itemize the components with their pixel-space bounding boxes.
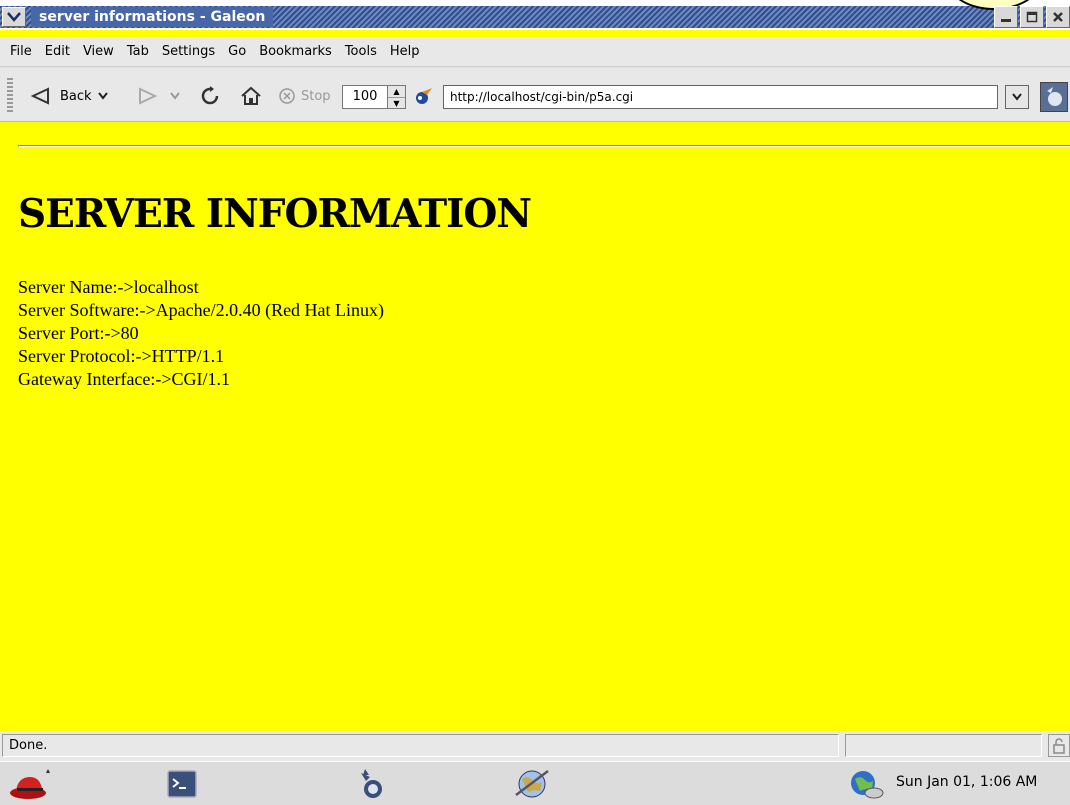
zoom-stepper: ▲ ▼	[387, 86, 405, 108]
menu-tab[interactable]: Tab	[122, 41, 157, 63]
chevron-down-icon	[1012, 93, 1022, 101]
main-menu-button[interactable]	[8, 764, 52, 804]
menu-edit[interactable]: Edit	[40, 41, 78, 63]
reload-button[interactable]	[200, 85, 220, 107]
page-heading: SERVER INFORMATION	[18, 191, 532, 237]
window-title-bar[interactable]: server informations - Galeon	[0, 0, 1070, 30]
panel-clock[interactable]: Sun Jan 01, 1:06 AM	[896, 774, 1037, 790]
forward-history-chevron-icon[interactable]	[170, 92, 180, 100]
forward-arrow-icon	[139, 87, 158, 105]
close-icon	[1053, 12, 1063, 22]
menu-settings[interactable]: Settings	[157, 41, 223, 63]
stop-button[interactable]: Stop	[278, 85, 331, 107]
minimize-icon	[1001, 19, 1011, 22]
toolbar-grip-handle[interactable]	[7, 78, 13, 112]
galeon-throbber-icon	[1047, 87, 1062, 106]
web-browser-icon	[515, 770, 549, 798]
galeon-favicon-icon	[416, 88, 432, 104]
terminal-launcher[interactable]	[160, 764, 204, 804]
menu-bar: File Edit View Tab Settings Go Bookmarks…	[0, 37, 1070, 67]
page-content: SERVER INFORMATION Server Name:->localho…	[0, 123, 1070, 730]
galeon-launcher[interactable]	[350, 764, 394, 804]
browser-launcher[interactable]	[510, 764, 554, 804]
maximize-button[interactable]	[1020, 6, 1044, 28]
chevron-down-icon	[7, 12, 21, 22]
url-history-dropdown[interactable]	[1005, 85, 1029, 109]
zoom-value[interactable]: 100	[343, 86, 387, 108]
back-label: Back	[60, 88, 92, 104]
network-status-applet[interactable]	[844, 764, 888, 804]
terminal-icon	[167, 770, 197, 798]
status-text: Done.	[2, 734, 839, 757]
zoom-down-button[interactable]: ▼	[388, 98, 405, 109]
site-favicon[interactable]	[412, 85, 434, 107]
redhat-menu-icon	[10, 769, 50, 799]
window-controls	[994, 6, 1070, 28]
stop-icon	[279, 88, 295, 104]
back-arrow-icon	[30, 87, 49, 105]
menu-help[interactable]: Help	[385, 41, 428, 63]
galeon-icon	[361, 769, 382, 798]
security-indicator[interactable]	[1048, 734, 1070, 757]
activity-throbber[interactable]	[1040, 82, 1068, 112]
close-button[interactable]	[1046, 6, 1070, 28]
reload-icon	[201, 86, 219, 105]
menu-tools[interactable]: Tools	[340, 41, 385, 63]
menu-view[interactable]: View	[78, 41, 122, 63]
zoom-up-button[interactable]: ▲	[388, 86, 405, 98]
gateway-interface-line: Gateway Interface:->CGI/1.1	[18, 369, 231, 389]
back-button[interactable]: Back	[30, 85, 108, 107]
progress-bar	[845, 734, 1042, 757]
zoom-spinbox[interactable]: 100 ▲ ▼	[342, 85, 406, 109]
maximize-icon	[1026, 11, 1038, 23]
server-software-line: Server Software:->Apache/2.0.40 (Red Hat…	[18, 300, 385, 320]
server-info-list: Server Name:->localhost Server Software:…	[18, 276, 384, 391]
menu-go[interactable]: Go	[223, 41, 254, 63]
window-menu-button[interactable]	[2, 7, 26, 27]
window-title: server informations - Galeon	[31, 7, 274, 27]
url-input[interactable]: http://localhost/cgi-bin/p5a.cgi	[443, 85, 998, 109]
horizontal-rule	[18, 145, 1070, 147]
desktop-panel: Sun Jan 01, 1:06 AM	[0, 761, 1070, 805]
server-protocol-line: Server Protocol:->HTTP/1.1	[18, 346, 225, 366]
menu-bookmarks[interactable]: Bookmarks	[254, 41, 340, 63]
status-bar: Done.	[0, 731, 1070, 761]
home-icon	[241, 86, 261, 105]
navigation-toolbar: Back Stop 100 ▲ ▼ http://localhost/cgi-b…	[0, 68, 1070, 122]
menu-file[interactable]: File	[5, 41, 40, 63]
server-port-line: Server Port:->80	[18, 323, 139, 343]
forward-button[interactable]	[136, 85, 180, 107]
minimize-button[interactable]	[994, 6, 1018, 28]
home-button[interactable]	[240, 85, 262, 107]
back-history-chevron-icon[interactable]	[97, 92, 108, 100]
lock-icon	[1053, 737, 1065, 754]
network-globe-icon	[851, 771, 884, 799]
server-name-line: Server Name:->localhost	[18, 277, 199, 297]
stop-label: Stop	[301, 88, 331, 104]
